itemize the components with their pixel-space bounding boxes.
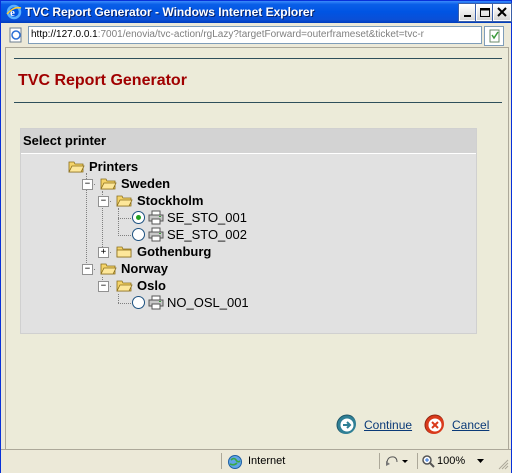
chevron-down-icon — [477, 459, 484, 463]
header-divider-top — [14, 58, 502, 59]
printer-radio-no-osl-001[interactable] — [132, 296, 145, 309]
maximize-button[interactable] — [476, 4, 494, 21]
printer-radio-se-sto-002[interactable] — [132, 228, 145, 241]
collapse-toggle-norway[interactable]: − — [82, 264, 93, 275]
status-bar: Internet 100% — [1, 449, 511, 473]
tree-label-printers: Printers — [89, 159, 139, 174]
page-title: TVC Report Generator — [18, 72, 187, 89]
header-divider-bottom — [14, 102, 502, 103]
close-icon — [497, 7, 507, 17]
compatibility-view-button[interactable] — [484, 26, 504, 46]
continue-button[interactable]: Continue — [336, 414, 418, 436]
printer-icon — [148, 210, 164, 225]
globe-icon — [228, 455, 242, 469]
tree-label-gothenburg: Gothenburg — [137, 244, 212, 259]
cancel-button[interactable]: Cancel — [424, 414, 494, 436]
page-icon — [9, 27, 22, 43]
document-icon — [489, 29, 500, 43]
page-content: TVC Report Generator Select printer Prin… — [5, 47, 509, 450]
resize-grip-icon[interactable] — [497, 458, 509, 470]
protected-mode-button[interactable] — [383, 453, 417, 470]
printer-radio-se-sto-001[interactable] — [132, 211, 145, 224]
close-window-button[interactable] — [493, 4, 511, 21]
ie-logo-icon: e — [6, 4, 22, 20]
cancel-x-icon — [424, 414, 444, 434]
tree-node-norway[interactable]: Norway — [100, 261, 168, 278]
tree-label-oslo: Oslo — [137, 278, 166, 293]
tree-label-sweden: Sweden — [121, 176, 171, 191]
tree-node-se-sto-001[interactable]: SE_STO_001 — [132, 210, 247, 227]
folder-open-icon — [100, 262, 117, 275]
title-bar[interactable]: e TVC Report Generator - Windows Interne… — [1, 1, 511, 23]
minimize-button[interactable] — [459, 4, 477, 21]
printer-panel: Select printer Printers − Sweden − Stock… — [20, 128, 477, 334]
folder-open-icon — [68, 160, 85, 173]
folder-open-icon — [116, 279, 133, 292]
folder-open-icon — [116, 194, 133, 207]
cancel-label: Cancel — [452, 418, 490, 432]
panel-header: Select printer — [21, 129, 476, 154]
tree-label-stockholm: Stockholm — [137, 193, 204, 208]
collapse-toggle-stockholm[interactable]: − — [98, 196, 109, 207]
tree-node-stockholm[interactable]: Stockholm — [116, 193, 203, 210]
tree-node-sweden[interactable]: Sweden — [100, 176, 170, 193]
browser-window: e TVC Report Generator - Windows Interne… — [0, 0, 512, 473]
address-field[interactable]: http://127.0.0.1:7001/enovia/tvc-action/… — [28, 26, 482, 44]
maximize-icon — [480, 8, 490, 17]
address-host: http://127.0.0.1 — [31, 29, 98, 40]
protected-mode-icon — [386, 456, 408, 466]
address-path: :7001/enovia/tvc-action/rgLazy?targetFor… — [97, 29, 424, 40]
tree-node-se-sto-002[interactable]: SE_STO_002 — [132, 227, 247, 244]
printer-icon — [148, 295, 164, 310]
tree-label-se-sto-002: SE_STO_002 — [167, 227, 247, 242]
continue-label: Continue — [364, 418, 413, 432]
tree-node-oslo[interactable]: Oslo — [116, 278, 166, 295]
tree-label-norway: Norway — [121, 261, 168, 276]
arrow-right-icon — [336, 414, 356, 434]
window-title: TVC Report Generator - Windows Internet … — [25, 5, 315, 19]
address-bar: http://127.0.0.1:7001/enovia/tvc-action/… — [1, 23, 511, 46]
collapse-toggle-oslo[interactable]: − — [98, 281, 109, 292]
printer-icon — [148, 227, 164, 242]
zoom-icon — [422, 455, 435, 468]
zoom-button[interactable]: 100% — [421, 453, 487, 470]
folder-closed-icon — [116, 245, 133, 258]
folder-open-icon — [100, 177, 117, 190]
tree-node-printers[interactable]: Printers — [68, 159, 138, 176]
zoom-level: 100% — [437, 455, 466, 467]
expand-toggle-gothenburg[interactable]: + — [98, 247, 109, 258]
tree-node-no-osl-001[interactable]: NO_OSL_001 — [132, 295, 249, 312]
minimize-icon — [464, 15, 471, 17]
section-title: Select printer — [23, 133, 107, 148]
security-zone-label: Internet — [248, 455, 286, 467]
collapse-toggle-sweden[interactable]: − — [82, 179, 93, 190]
tree-node-gothenburg[interactable]: Gothenburg — [116, 244, 211, 261]
tree-label-se-sto-001: SE_STO_001 — [167, 210, 247, 225]
tree-label-no-osl-001: NO_OSL_001 — [167, 295, 249, 310]
